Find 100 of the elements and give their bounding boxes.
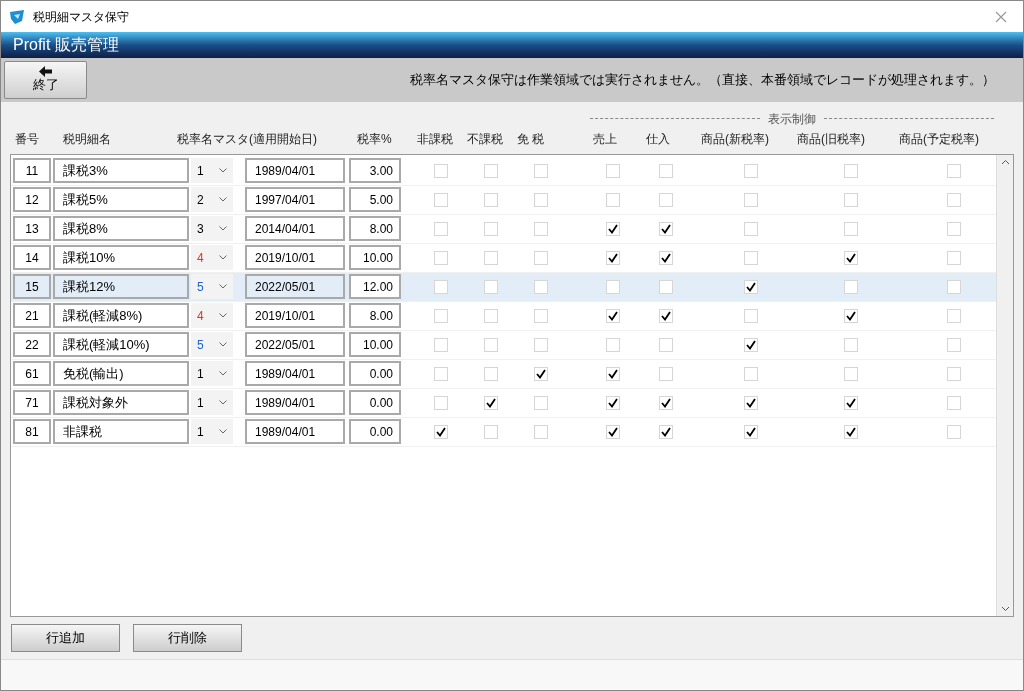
checkbox[interactable] [659, 250, 673, 265]
number-field[interactable]: 22 [13, 332, 51, 358]
checkbox[interactable] [484, 395, 498, 410]
table-row[interactable]: 13 課税8% 3 2014/04/01 8.00 [11, 214, 996, 244]
checkbox[interactable] [744, 308, 758, 323]
checkbox[interactable] [606, 221, 620, 236]
checkbox[interactable] [606, 424, 620, 439]
checkbox[interactable] [534, 163, 548, 178]
table-row[interactable]: 22 課税(軽減10%) 5 2022/05/01 10.00 [11, 330, 996, 360]
table-row[interactable]: 12 課税5% 2 1997/04/01 5.00 [11, 185, 996, 215]
checkbox[interactable] [844, 395, 858, 410]
checkbox[interactable] [947, 163, 961, 178]
rate-master-dropdown[interactable]: 1 [191, 158, 233, 184]
rate-master-dropdown[interactable]: 1 [191, 361, 233, 387]
rate-master-dropdown[interactable]: 1 [191, 419, 233, 445]
scroll-down-icon[interactable] [1000, 605, 1010, 612]
rate-master-dropdown[interactable]: 4 [191, 303, 233, 329]
rate-field[interactable]: 10.00 [349, 245, 401, 271]
checkbox[interactable] [659, 366, 673, 381]
checkbox[interactable] [844, 221, 858, 236]
checkbox[interactable] [484, 424, 498, 439]
checkbox[interactable] [606, 163, 620, 178]
name-field[interactable]: 課税対象外 [53, 390, 189, 416]
checkbox[interactable] [744, 337, 758, 352]
rate-field[interactable]: 0.00 [349, 390, 401, 416]
name-field[interactable]: 課税8% [53, 216, 189, 242]
checkbox[interactable] [844, 163, 858, 178]
rate-master-dropdown[interactable]: 3 [191, 216, 233, 242]
table-row[interactable]: 81 非課税 1 1989/04/01 0.00 [11, 417, 996, 447]
table-row[interactable]: 14 課税10% 4 2019/10/01 10.00 [11, 243, 996, 273]
checkbox[interactable] [434, 395, 448, 410]
checkbox[interactable] [434, 308, 448, 323]
checkbox[interactable] [659, 163, 673, 178]
checkbox[interactable] [434, 192, 448, 207]
checkbox[interactable] [606, 337, 620, 352]
name-field[interactable]: 課税5% [53, 187, 189, 213]
close-icon[interactable] [995, 10, 1007, 23]
name-field[interactable]: 課税(軽減10%) [53, 332, 189, 358]
checkbox[interactable] [744, 163, 758, 178]
date-field[interactable]: 1989/04/01 [245, 390, 345, 416]
checkbox[interactable] [947, 221, 961, 236]
date-field[interactable]: 2022/05/01 [245, 274, 345, 300]
checkbox[interactable] [484, 192, 498, 207]
exit-button[interactable]: 終了 [4, 60, 87, 99]
checkbox[interactable] [434, 163, 448, 178]
checkbox[interactable] [484, 163, 498, 178]
checkbox[interactable] [844, 279, 858, 294]
rate-field[interactable]: 0.00 [349, 419, 401, 445]
rate-master-dropdown[interactable]: 5 [191, 332, 233, 358]
name-field[interactable]: 非課税 [53, 419, 189, 445]
rate-field[interactable]: 8.00 [349, 216, 401, 242]
checkbox[interactable] [844, 308, 858, 323]
action-button[interactable]: 行削除 [133, 623, 242, 652]
rate-field[interactable]: 12.00 [349, 274, 401, 300]
checkbox[interactable] [484, 279, 498, 294]
checkbox[interactable] [534, 337, 548, 352]
date-field[interactable]: 1989/04/01 [245, 361, 345, 387]
scroll-up-icon[interactable] [1000, 158, 1010, 165]
date-field[interactable]: 2019/10/01 [245, 245, 345, 271]
checkbox[interactable] [844, 192, 858, 207]
name-field[interactable]: 課税(軽減8%) [53, 303, 189, 329]
checkbox[interactable] [534, 250, 548, 265]
checkbox[interactable] [659, 308, 673, 323]
checkbox[interactable] [534, 308, 548, 323]
checkbox[interactable] [434, 279, 448, 294]
date-field[interactable]: 2019/10/01 [245, 303, 345, 329]
checkbox[interactable] [484, 308, 498, 323]
date-field[interactable]: 1989/04/01 [245, 158, 345, 184]
scrollbar[interactable] [996, 154, 1013, 616]
checkbox[interactable] [484, 366, 498, 381]
table-row[interactable]: 21 課税(軽減8%) 4 2019/10/01 8.00 [11, 301, 996, 331]
number-field[interactable]: 11 [13, 158, 51, 184]
checkbox[interactable] [744, 395, 758, 410]
rate-master-dropdown[interactable]: 2 [191, 187, 233, 213]
checkbox[interactable] [534, 279, 548, 294]
checkbox[interactable] [606, 192, 620, 207]
checkbox[interactable] [659, 395, 673, 410]
checkbox[interactable] [606, 308, 620, 323]
checkbox[interactable] [659, 279, 673, 294]
checkbox[interactable] [434, 250, 448, 265]
checkbox[interactable] [484, 221, 498, 236]
checkbox[interactable] [434, 424, 448, 439]
checkbox[interactable] [484, 337, 498, 352]
checkbox[interactable] [484, 250, 498, 265]
checkbox[interactable] [606, 250, 620, 265]
name-field[interactable]: 課税10% [53, 245, 189, 271]
number-field[interactable]: 14 [13, 245, 51, 271]
number-field[interactable]: 21 [13, 303, 51, 329]
checkbox[interactable] [744, 279, 758, 294]
checkbox[interactable] [744, 221, 758, 236]
checkbox[interactable] [434, 221, 448, 236]
rate-master-dropdown[interactable]: 4 [191, 245, 233, 271]
checkbox[interactable] [534, 221, 548, 236]
checkbox[interactable] [947, 366, 961, 381]
checkbox[interactable] [844, 250, 858, 265]
checkbox[interactable] [844, 424, 858, 439]
number-field[interactable]: 13 [13, 216, 51, 242]
date-field[interactable]: 2014/04/01 [245, 216, 345, 242]
checkbox[interactable] [744, 250, 758, 265]
number-field[interactable]: 12 [13, 187, 51, 213]
